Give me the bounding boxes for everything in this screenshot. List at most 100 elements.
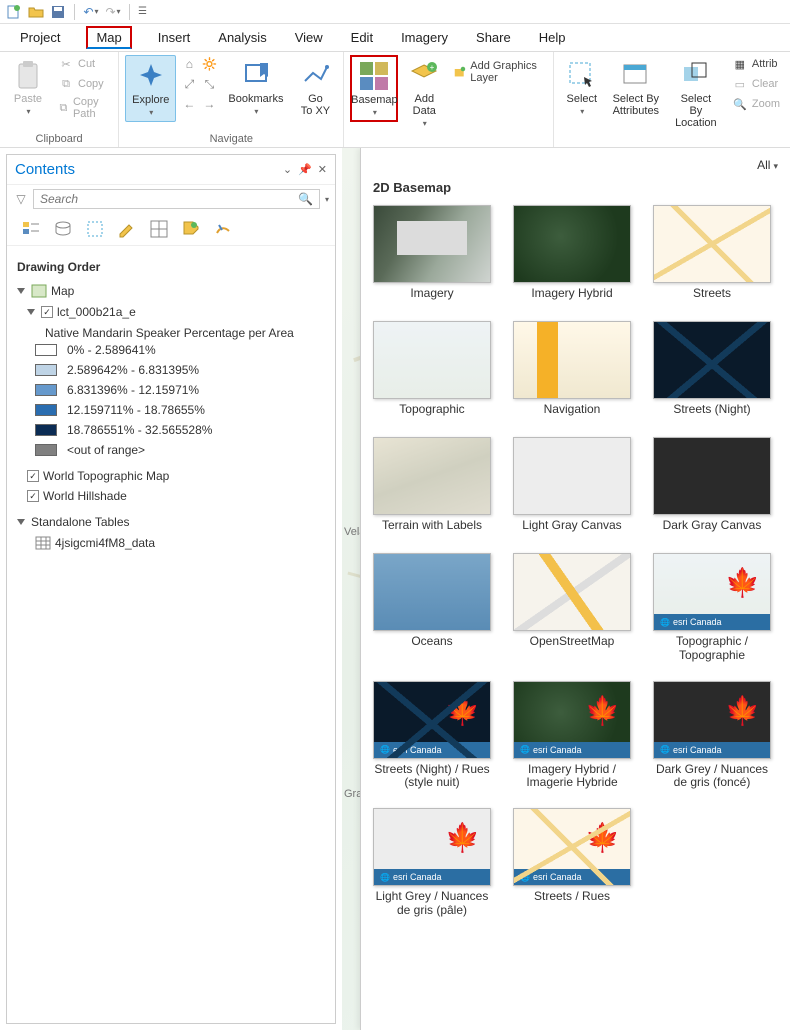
basemap-item[interactable]: Streets (Night)	[651, 321, 773, 419]
basemap-item[interactable]: 🍁esri CanadaStreets / Rues	[511, 808, 633, 918]
basemap-item[interactable]: Terrain with Labels	[371, 437, 493, 535]
add-graphics-layer-button[interactable]: Add Graphics Layer	[450, 59, 547, 85]
layer-checkbox[interactable]: ✓	[41, 306, 53, 318]
copy-path-button[interactable]: ⧉Copy Path	[54, 95, 112, 121]
basemap-label: Streets	[693, 287, 731, 303]
tab-imagery[interactable]: Imagery	[399, 26, 450, 49]
expand-icon[interactable]	[17, 288, 25, 294]
pin-icon[interactable]: 📌	[298, 163, 312, 176]
qat-customize[interactable]: ☰	[138, 6, 147, 17]
basemap-label: Dark Grey / Nuances de gris (foncé)	[651, 763, 773, 791]
close-icon[interactable]: ✕	[318, 163, 327, 176]
list-by-editing-icon[interactable]	[117, 219, 137, 239]
list-by-labeling-icon[interactable]	[181, 219, 201, 239]
basemap-item[interactable]: Dark Gray Canvas	[651, 437, 773, 535]
basemap-item[interactable]: Topographic	[371, 321, 493, 419]
table-icon: ▦	[732, 56, 748, 72]
list-by-snapping-icon[interactable]	[149, 219, 169, 239]
esri-banner: esri Canada	[654, 614, 770, 630]
basemap-item[interactable]: OpenStreetMap	[511, 553, 633, 663]
basemap-label: Streets / Rues	[534, 890, 610, 906]
gotoxy-button[interactable]: Go To XY	[293, 55, 337, 121]
fixed-zoom-in-icon[interactable]: 🔆	[200, 55, 218, 73]
zoom-selection-button[interactable]: 🔍Zoom	[728, 95, 784, 113]
bookmarks-button[interactable]: Bookmarks▾	[222, 55, 289, 120]
redo-icon[interactable]: ↷▾	[105, 4, 121, 20]
zoom-out-icon[interactable]: ⤡	[200, 75, 218, 93]
basemap-item[interactable]: 🍁esri CanadaDark Grey / Nuances de gris …	[651, 681, 773, 791]
filter-icon[interactable]: ▽	[13, 191, 29, 207]
explore-icon	[135, 60, 167, 92]
basemap-label: Dark Gray Canvas	[663, 519, 762, 535]
basemap-checkbox[interactable]: ✓	[27, 490, 39, 502]
maple-leaf-icon: 🍁	[725, 566, 760, 599]
list-by-selection-icon[interactable]	[85, 219, 105, 239]
explore-button[interactable]: Explore▾	[125, 55, 176, 122]
expand-icon[interactable]	[17, 519, 25, 525]
basemap-checkbox[interactable]: ✓	[27, 470, 39, 482]
basemap-layer-row[interactable]: ✓ World Hillshade	[17, 486, 325, 506]
full-extent-icon[interactable]: ⌂	[180, 55, 198, 73]
search-input[interactable]	[40, 192, 298, 206]
new-project-icon[interactable]	[6, 4, 22, 20]
list-by-perf-icon[interactable]	[213, 219, 233, 239]
table-row[interactable]: 4jsigcmi4fM8_data	[17, 532, 325, 554]
prev-extent-icon[interactable]: ←	[180, 95, 198, 113]
expand-icon[interactable]	[27, 309, 35, 315]
basemap-item[interactable]: Oceans	[371, 553, 493, 663]
layer-row[interactable]: ✓ lct_000b21a_e	[17, 302, 325, 322]
basemap-layer-row[interactable]: ✓ World Topographic Map	[17, 466, 325, 486]
contents-toolbar	[7, 213, 335, 246]
attributes-button[interactable]: ▦Attrib	[728, 55, 784, 73]
tab-project[interactable]: Project	[18, 26, 62, 49]
drawing-order-heading: Drawing Order	[17, 260, 325, 274]
select-button[interactable]: Select▾	[560, 55, 604, 120]
legend-label: 6.831396% - 12.15971%	[67, 383, 199, 397]
tab-help[interactable]: Help	[537, 26, 568, 49]
tab-insert[interactable]: Insert	[156, 26, 193, 49]
zoom-in-icon[interactable]: ⤢	[180, 75, 198, 93]
basemap-item[interactable]: Imagery	[371, 205, 493, 303]
save-icon[interactable]	[50, 4, 66, 20]
tab-edit[interactable]: Edit	[349, 26, 375, 49]
gallery-filter-all[interactable]: All▾	[757, 158, 778, 172]
basemap-item[interactable]: Light Gray Canvas	[511, 437, 633, 535]
copy-button[interactable]: ⧉Copy	[54, 75, 112, 93]
map-frame-row[interactable]: Map	[17, 280, 325, 302]
standalone-tables-row[interactable]: Standalone Tables	[17, 512, 325, 532]
search-icon[interactable]: 🔍	[298, 192, 313, 206]
undo-icon[interactable]: ↶▾	[83, 4, 99, 20]
search-options[interactable]: ▾	[325, 195, 329, 204]
clear-selection-button[interactable]: ▭Clear	[728, 75, 784, 93]
map-view[interactable]: Vela Gra All▾ 2D Basemap ImageryImagery …	[342, 148, 790, 1030]
basemap-thumb	[653, 205, 771, 283]
separator	[129, 4, 130, 20]
basemap-item[interactable]: 🍁esri CanadaImagery Hybrid / Imagerie Hy…	[511, 681, 633, 791]
basemap-item[interactable]: 🍁esri CanadaLight Grey / Nuances de gris…	[371, 808, 493, 918]
separator	[74, 4, 75, 20]
open-project-icon[interactable]	[28, 4, 44, 20]
list-by-source-icon[interactable]	[53, 219, 73, 239]
tab-share[interactable]: Share	[474, 26, 513, 49]
basemap-button[interactable]: Basemap▾	[350, 55, 398, 122]
tab-analysis[interactable]: Analysis	[216, 26, 268, 49]
basemap-item[interactable]: Streets	[651, 205, 773, 303]
basemap-item[interactable]: 🍁esri CanadaStreets (Night) / Rues (styl…	[371, 681, 493, 791]
next-extent-icon[interactable]: →	[200, 95, 218, 113]
tab-view[interactable]: View	[293, 26, 325, 49]
basemap-item[interactable]: 🍁esri CanadaTopographic / Topographie	[651, 553, 773, 663]
select-by-attributes-button[interactable]: Select By Attributes	[608, 55, 664, 121]
collapse-icon[interactable]: ⌄	[283, 163, 292, 176]
basemap-label: OpenStreetMap	[530, 635, 615, 651]
maple-leaf-icon: 🍁	[445, 821, 480, 854]
list-by-drawing-icon[interactable]	[21, 219, 41, 239]
tab-map[interactable]: Map	[86, 26, 131, 49]
basemap-item[interactable]: Navigation	[511, 321, 633, 419]
table-icon	[35, 535, 51, 551]
basemap-item[interactable]: Imagery Hybrid	[511, 205, 633, 303]
paste-button[interactable]: Paste▾	[6, 55, 50, 120]
add-data-button[interactable]: + Add Data▾	[402, 55, 446, 132]
select-by-location-button[interactable]: Select By Location	[668, 55, 724, 133]
swatch	[35, 344, 57, 356]
cut-button[interactable]: ✂Cut	[54, 55, 112, 73]
